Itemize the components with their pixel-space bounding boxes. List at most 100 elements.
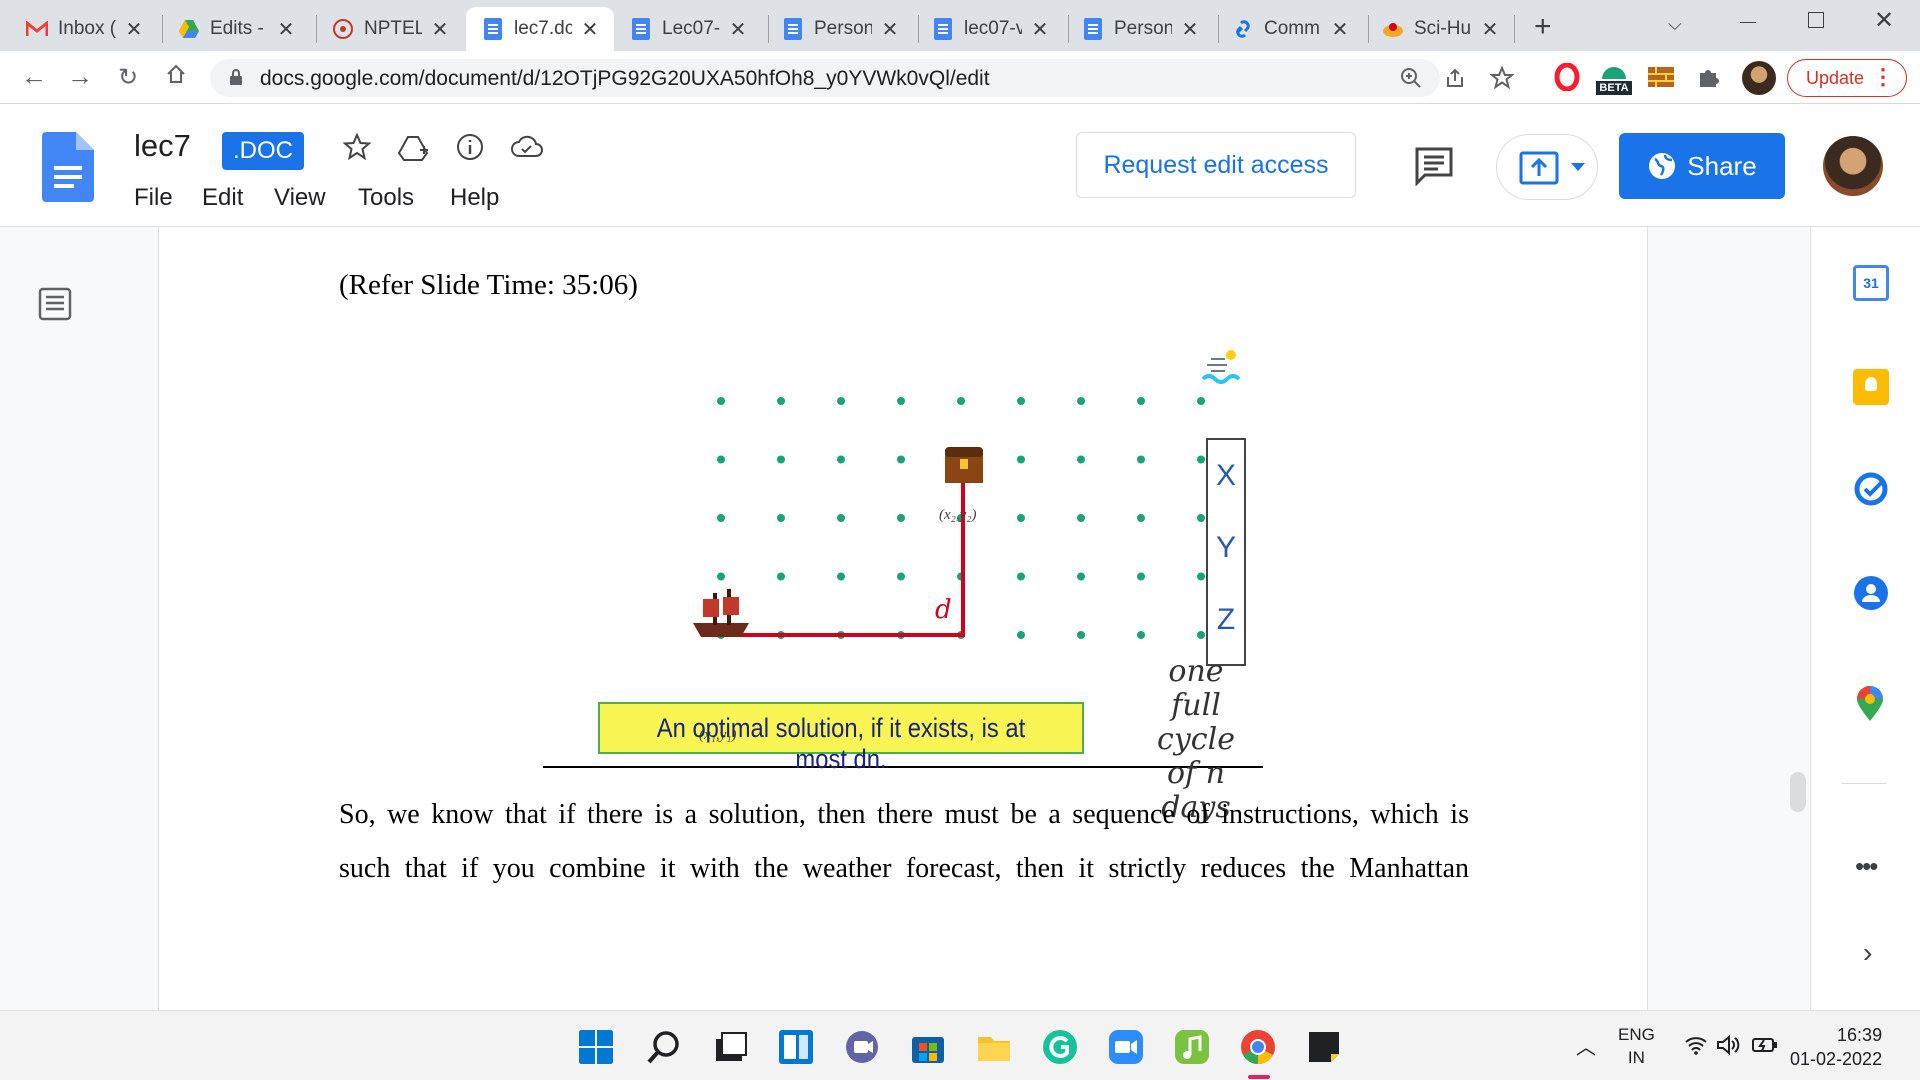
grid-dot <box>777 572 785 581</box>
keep-icon[interactable] <box>1853 369 1889 405</box>
document-canvas: (Refer Slide Time: 35:06) (x₂,y₂) (x₁,y₁… <box>0 227 1920 1010</box>
grid-dot <box>1077 572 1085 581</box>
menu-file[interactable]: File <box>134 184 173 212</box>
tab-comm[interactable]: Comm ✕ <box>1232 7 1360 51</box>
close-tab-icon[interactable]: ✕ <box>728 17 748 42</box>
menu-tools[interactable]: Tools <box>358 184 414 212</box>
menu-edit[interactable]: Edit <box>202 184 243 212</box>
grid-dot <box>1077 455 1085 464</box>
close-tab-icon[interactable]: ✕ <box>276 17 296 42</box>
close-tab-icon[interactable]: ✕ <box>1330 17 1350 42</box>
close-window-icon[interactable]: ✕ <box>1874 6 1894 35</box>
scrollbar-thumb[interactable] <box>1790 772 1806 812</box>
grid-dot <box>1077 397 1085 405</box>
brick-extension-icon[interactable] <box>1648 67 1674 87</box>
omnibox[interactable]: docs.google.com/document/d/12OTjPG92G20U… <box>210 59 1514 97</box>
google-docs-logo-icon[interactable] <box>42 132 94 202</box>
grid-dot <box>1077 514 1085 522</box>
paragraph-line-1: So, we know that if there is a solution,… <box>339 799 1469 830</box>
beta-extension-icon[interactable]: BETA <box>1596 59 1632 99</box>
tab-lec07[interactable]: Lec07- ✕ <box>630 7 758 51</box>
info-icon[interactable] <box>455 132 485 162</box>
restore-icon[interactable] <box>1808 12 1824 28</box>
search-icon[interactable] <box>646 1029 682 1065</box>
tab-person-2[interactable]: Person ✕ <box>1082 7 1210 51</box>
wifi-icon[interactable] <box>1684 1035 1708 1055</box>
menu-help[interactable]: Help <box>450 184 499 212</box>
tab-lec07-v[interactable]: lec07-v ✕ <box>932 7 1060 51</box>
grid-dot <box>1017 397 1025 405</box>
calendar-icon[interactable]: 31 <box>1853 265 1889 301</box>
close-tab-icon[interactable]: ✕ <box>1180 17 1200 42</box>
maps-icon[interactable] <box>1855 685 1885 723</box>
browser-toolbar: ← → ↻ docs.google.com/document/d/12OTjPG… <box>0 51 1920 104</box>
move-to-drive-icon[interactable] <box>398 134 430 162</box>
menu-view[interactable]: View <box>274 184 326 212</box>
update-button[interactable]: Update ⋮ <box>1787 59 1907 97</box>
battery-icon[interactable] <box>1752 1037 1778 1053</box>
forward-arrow-icon[interactable]: → <box>64 61 96 92</box>
more-apps-icon[interactable]: ••• <box>1855 851 1878 882</box>
tab-search-chevron-icon[interactable]: ⌵ <box>1668 14 1682 35</box>
grid-dot <box>1017 514 1025 522</box>
volume-icon[interactable] <box>1716 1035 1740 1055</box>
close-tab-icon[interactable]: ✕ <box>430 17 450 42</box>
extensions-puzzle-icon[interactable] <box>1696 65 1720 89</box>
tab-nptel[interactable]: NPTEL ✕ <box>332 7 460 51</box>
tasks-icon[interactable] <box>1853 471 1889 507</box>
close-tab-icon[interactable]: ✕ <box>124 17 144 42</box>
tab-lec7-active[interactable]: lec7.dc ✕ <box>466 7 614 51</box>
tab-scihub[interactable]: Sci-Hu ✕ <box>1382 7 1510 51</box>
zoom-icon[interactable] <box>1400 67 1422 89</box>
close-tab-icon[interactable]: ✕ <box>880 17 900 42</box>
close-tab-icon[interactable]: ✕ <box>1030 17 1050 42</box>
scihub-icon <box>1382 18 1404 40</box>
cloud-saved-icon <box>511 135 543 157</box>
microsoft-store-icon[interactable] <box>910 1029 946 1065</box>
document-page[interactable]: (Refer Slide Time: 35:06) (x₂,y₂) (x₁,y₁… <box>158 227 1648 1010</box>
grammarly-icon[interactable] <box>1042 1029 1078 1065</box>
expand-panel-chevron-icon[interactable]: › <box>1863 937 1872 969</box>
zoom-app-icon[interactable] <box>1108 1029 1144 1065</box>
bookmark-star-icon[interactable] <box>1490 66 1514 90</box>
home-icon[interactable] <box>160 61 192 92</box>
system-clock[interactable]: 16:39 01-02-2022 <box>1790 1023 1882 1071</box>
star-icon[interactable] <box>342 132 372 162</box>
show-hidden-icons-chevron-icon[interactable]: ︿ <box>1576 1031 1596 1060</box>
close-tab-icon[interactable]: ✕ <box>1480 17 1500 42</box>
chrome-icon[interactable] <box>1240 1029 1276 1065</box>
share-button[interactable]: Share <box>1619 133 1785 199</box>
grid-dot <box>1197 397 1205 405</box>
tab-divider <box>918 15 919 43</box>
outline-icon[interactable] <box>38 287 72 321</box>
tab-person-1[interactable]: Person ✕ <box>782 7 910 51</box>
teams-chat-icon[interactable] <box>844 1029 880 1065</box>
account-avatar[interactable] <box>1823 136 1883 196</box>
sticky-notes-icon[interactable] <box>1306 1029 1342 1065</box>
tab-divider <box>1068 15 1069 43</box>
profile-avatar[interactable] <box>1742 61 1776 95</box>
back-arrow-icon[interactable]: ← <box>18 61 50 92</box>
widgets-icon[interactable] <box>778 1029 814 1065</box>
file-explorer-icon[interactable] <box>976 1029 1012 1065</box>
task-view-icon[interactable] <box>712 1029 748 1065</box>
new-tab-icon[interactable]: + <box>1534 10 1552 44</box>
minimize-icon[interactable] <box>1740 22 1756 23</box>
input-language-indicator[interactable]: ENG IN <box>1618 1023 1655 1069</box>
request-edit-access-button[interactable]: Request edit access <box>1076 132 1356 198</box>
music-app-icon[interactable] <box>1174 1029 1210 1065</box>
reload-icon[interactable]: ↻ <box>112 63 144 92</box>
document-title[interactable]: lec7 <box>134 128 191 164</box>
tab-edits[interactable]: Edits - ✕ <box>178 7 306 51</box>
windows-start-icon[interactable] <box>578 1029 614 1065</box>
contacts-icon[interactable] <box>1853 575 1889 611</box>
grid-dot <box>717 572 725 581</box>
share-page-icon[interactable] <box>1444 67 1466 89</box>
tab-inbox[interactable]: Inbox ( ✕ <box>26 7 154 51</box>
opera-extension-icon[interactable] <box>1554 63 1580 91</box>
present-button[interactable] <box>1496 134 1598 200</box>
file-format-badge: .DOC <box>222 132 304 170</box>
close-tab-icon[interactable]: ✕ <box>580 17 600 42</box>
comments-icon[interactable] <box>1414 146 1454 186</box>
grid-dot <box>1137 397 1145 405</box>
